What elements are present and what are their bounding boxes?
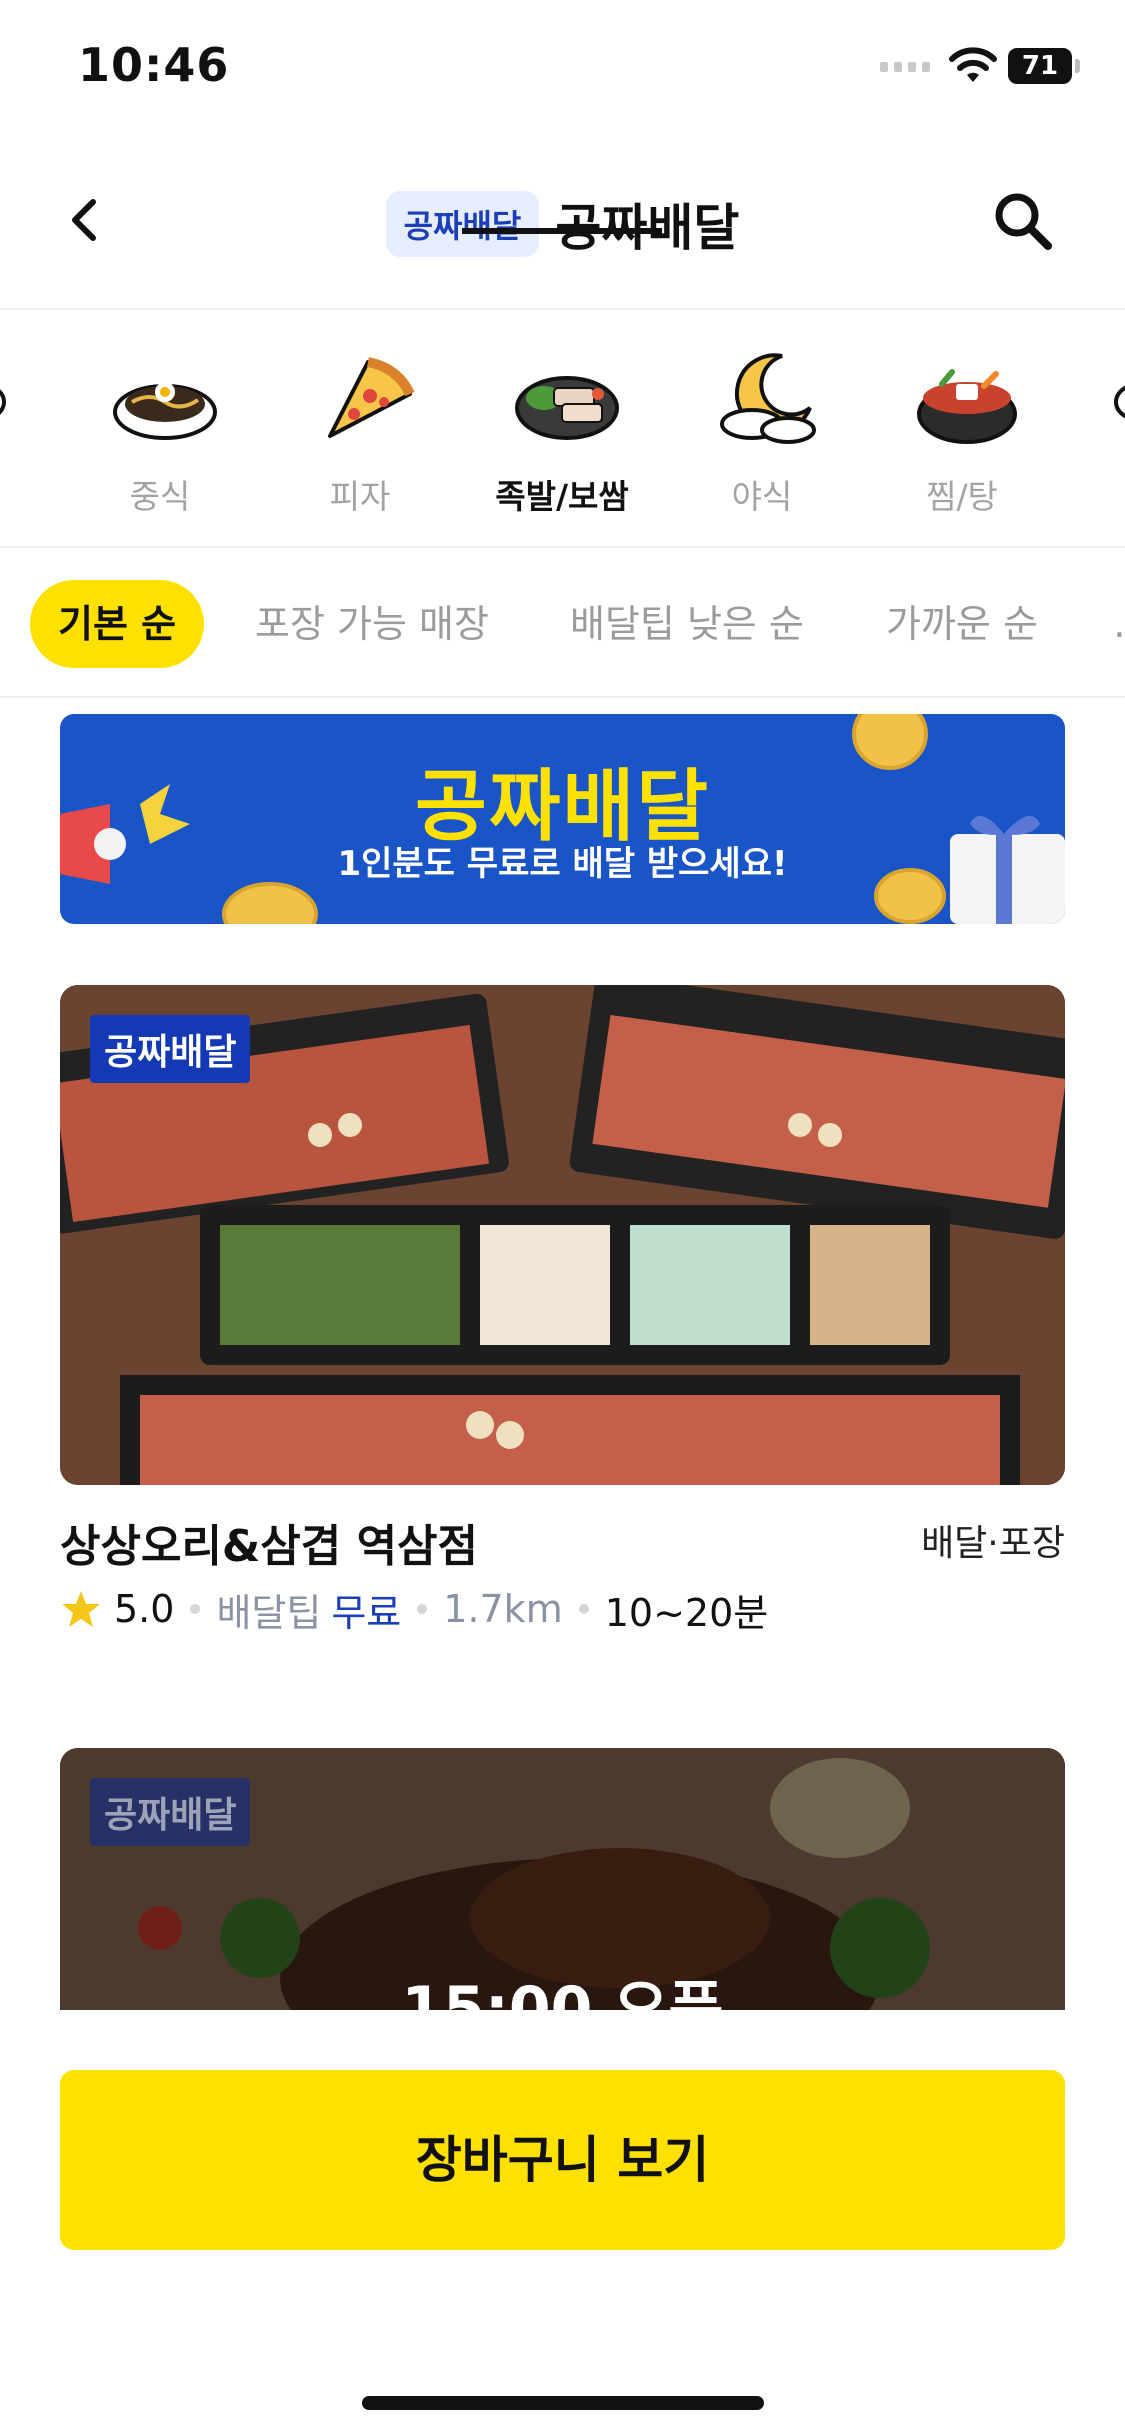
opening-time: 15:00 오픈 xyxy=(401,1974,724,2010)
divider xyxy=(0,696,1125,698)
active-tab-indicator xyxy=(462,228,662,234)
cellular-signal-icon xyxy=(880,62,932,78)
title-text: 공짜배달 xyxy=(555,199,740,257)
store-distance: 1.7km xyxy=(443,1587,563,1631)
separator-dot xyxy=(578,1604,589,1614)
tab-stew[interactable]: 찜/탕 xyxy=(862,312,1062,548)
category-label: 중식 xyxy=(129,477,191,516)
banner-subtitle: 1인분도 무료로 배달 받으세요! xyxy=(337,844,788,884)
sort-more-chip[interactable]: … xyxy=(1085,580,1125,668)
store-rating: 5.0 xyxy=(114,1587,175,1631)
tab-pizza[interactable]: 피자 xyxy=(260,312,460,548)
category-label: 피자 xyxy=(329,477,391,516)
divider xyxy=(0,546,1125,548)
tab-chinese[interactable]: 중식 xyxy=(60,312,260,548)
sort-takeout-chip[interactable]: 포장 가능 매장 xyxy=(227,580,517,668)
delivery-tip-label: 배달팁 xyxy=(216,1590,322,1635)
delivery-time: 10~20분 xyxy=(604,1590,769,1635)
view-cart-button[interactable]: 장바구니 보기 xyxy=(60,2070,1065,2250)
sort-nearby-chip[interactable]: 가까운 순 xyxy=(858,580,1066,668)
sort-options: 기본 순 포장 가능 매장 배달팁 낮은 순 가까운 순 … xyxy=(0,574,1125,674)
store-image[interactable]: 공짜배달 15:00 오픈 xyxy=(60,1748,1065,2010)
sort-default-chip[interactable]: 기본 순 xyxy=(30,580,205,668)
store-service-type: 배달·포장 xyxy=(921,1523,1065,1564)
battery-tip xyxy=(1075,59,1080,73)
star-icon xyxy=(62,1591,100,1627)
search-icon[interactable] xyxy=(990,188,1056,254)
wifi-icon xyxy=(949,47,997,82)
category-tabs: 중식 피자 족발/보쌈 야식 찜/탕 xyxy=(0,312,1125,548)
moon-icon xyxy=(720,353,816,444)
partial-category-icon xyxy=(1114,385,1125,419)
battery-icon: 71 xyxy=(1008,48,1072,84)
category-label: 찜/탕 xyxy=(926,477,998,516)
delivery-tip-value: 무료 xyxy=(331,1590,402,1635)
bossam-icon xyxy=(515,376,619,440)
divider xyxy=(0,308,1125,310)
header: 공짜배달 공짜배달 xyxy=(0,140,1125,310)
free-delivery-badge: 공짜배달 xyxy=(90,1778,251,1846)
store-name[interactable]: 상상오리&삼겹 역삼점 xyxy=(60,1510,478,1574)
category-label: 야식 xyxy=(731,477,793,516)
pizza-icon xyxy=(328,357,415,438)
title-badge: 공짜배달 xyxy=(385,191,540,257)
page-title: 공짜배달 공짜배달 xyxy=(0,188,1125,260)
jjajangmyeon-icon xyxy=(113,382,217,440)
promo-banner[interactable]: 공짜배달 1인분도 무료로 배달 받으세요! xyxy=(60,714,1065,924)
store-image[interactable]: 공짜배달 xyxy=(60,985,1065,1485)
free-delivery-badge: 공짜배달 xyxy=(90,1015,251,1083)
tab-bossam[interactable]: 족발/보쌈 xyxy=(462,312,662,548)
separator-dot xyxy=(417,1604,428,1614)
status-bar: 10:46 71 xyxy=(0,0,1125,140)
sort-delivery-tip-chip[interactable]: 배달팁 낮은 순 xyxy=(542,580,832,668)
partial-category-icon xyxy=(0,389,6,415)
store-meta: 5.0 배달팁 무료 1.7km 10~20분 xyxy=(60,1582,768,1636)
status-time: 10:46 xyxy=(78,38,230,92)
category-label: 족발/보쌈 xyxy=(495,477,629,516)
tab-late-night[interactable]: 야식 xyxy=(662,312,862,548)
separator-dot xyxy=(190,1604,201,1614)
home-indicator[interactable] xyxy=(362,2396,764,2410)
stew-icon xyxy=(917,369,1017,444)
